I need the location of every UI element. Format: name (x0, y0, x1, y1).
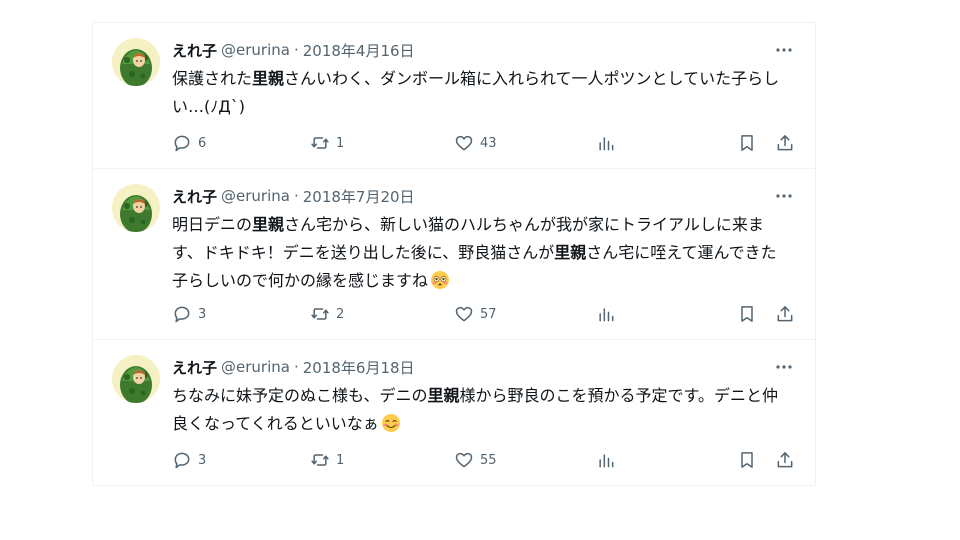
like-count: 57 (480, 306, 497, 322)
author-handle[interactable]: @erurina (221, 358, 290, 376)
retweet-count: 1 (336, 135, 345, 151)
avatar-image (112, 184, 160, 232)
tweet-text: 保護された里親さんいわく、ダンボール箱に入れられて一人ポツンとしていた子らしい…… (172, 65, 792, 121)
separator-dot: · (293, 358, 299, 376)
views-chart-icon (599, 454, 614, 468)
reply-count: 6 (198, 135, 207, 151)
like-count: 43 (480, 135, 497, 151)
tweet-header: えれ子 @erurina · 2018年7月20日 (172, 185, 415, 207)
separator-dot: · (293, 187, 299, 205)
avatar[interactable] (112, 355, 160, 403)
heart-icon (455, 306, 473, 322)
avatar[interactable] (112, 38, 160, 86)
reply-count: 3 (198, 452, 207, 468)
avatar-image (112, 355, 160, 403)
bookmark-button[interactable] (737, 449, 757, 471)
highlighted-keyword: 里親 (252, 215, 285, 234)
highlighted-keyword: 里親 (427, 386, 460, 405)
author-handle[interactable]: @erurina (221, 41, 290, 59)
more-horizontal-icon[interactable] (773, 39, 795, 61)
tweet-date[interactable]: 2018年6月18日 (303, 357, 415, 378)
tweet-actions: 3 1 55 (172, 449, 795, 471)
heart-icon (455, 135, 473, 151)
bookmark-icon (741, 452, 753, 468)
retweet-count: 2 (336, 306, 345, 322)
views-button[interactable] (596, 449, 616, 471)
reply-icon (174, 135, 190, 152)
tweet-feed: えれ子 @erurina · 2018年4月16日 保護された里親さんいわく、ダ… (92, 22, 816, 486)
retweet-icon (311, 137, 329, 149)
tweet-header: えれ子 @erurina · 2018年6月18日 (172, 356, 415, 378)
views-chart-icon (599, 308, 614, 322)
retweet-count: 1 (336, 452, 345, 468)
like-count: 55 (480, 452, 497, 468)
smiling-face-emoji (381, 414, 400, 432)
retweet-button[interactable]: 1 (310, 449, 344, 471)
reply-icon (174, 452, 190, 469)
text-segment: 保護された (172, 69, 253, 88)
heart-icon (455, 452, 473, 468)
retweet-icon (311, 454, 329, 466)
retweet-button[interactable]: 1 (310, 132, 344, 154)
more-horizontal-icon[interactable] (773, 356, 795, 378)
tweet-date[interactable]: 2018年4月16日 (303, 40, 415, 61)
more-horizontal-icon[interactable] (773, 185, 795, 207)
highlighted-keyword: 里親 (252, 69, 285, 88)
avatar[interactable] (112, 184, 160, 232)
reply-icon (174, 306, 190, 323)
tweet[interactable]: えれ子 @erurina · 2018年6月18日 ちなみに妹予定のぬこ様も、デ… (93, 340, 815, 486)
reply-button[interactable]: 6 (172, 132, 206, 154)
like-button[interactable]: 57 (454, 303, 497, 325)
separator-dot: · (293, 41, 299, 59)
views-button[interactable] (596, 303, 616, 325)
bookmark-button[interactable] (737, 303, 757, 325)
retweet-button[interactable]: 2 (310, 303, 344, 325)
tweet[interactable]: えれ子 @erurina · 2018年4月16日 保護された里親さんいわく、ダ… (93, 22, 815, 169)
avatar-image (112, 38, 160, 86)
tweet-text: ちなみに妹予定のぬこ様も、デニの里親様から野良のこを預かる予定です。デニと仲良く… (172, 382, 792, 438)
retweet-icon (311, 308, 329, 320)
share-button[interactable] (775, 449, 795, 471)
like-button[interactable]: 43 (454, 132, 497, 154)
author-name[interactable]: えれ子 (172, 357, 217, 378)
bookmark-button[interactable] (737, 132, 757, 154)
author-handle[interactable]: @erurina (221, 187, 290, 205)
views-button[interactable] (596, 132, 616, 154)
share-icon (777, 452, 793, 468)
bookmark-icon (741, 135, 753, 151)
tweet[interactable]: えれ子 @erurina · 2018年7月20日 明日デニの里親さん宅から、新… (93, 169, 815, 340)
tweet-header: えれ子 @erurina · 2018年4月16日 (172, 39, 415, 61)
text-segment: 明日デニの (172, 215, 253, 234)
reply-count: 3 (198, 306, 207, 322)
share-button[interactable] (775, 132, 795, 154)
highlighted-keyword: 里親 (554, 243, 587, 262)
author-name[interactable]: えれ子 (172, 40, 217, 61)
bookmark-icon (741, 306, 753, 322)
flushed-face-emoji (431, 271, 450, 289)
tweet-actions: 6 1 43 (172, 132, 795, 154)
tweet-text: 明日デニの里親さん宅から、新しい猫のハルちゃんが我が家にトライアルしに来ます、ド… (172, 211, 792, 295)
share-button[interactable] (775, 303, 795, 325)
like-button[interactable]: 55 (454, 449, 497, 471)
author-name[interactable]: えれ子 (172, 186, 217, 207)
share-icon (777, 306, 793, 322)
tweet-actions: 3 2 57 (172, 303, 795, 325)
share-icon (777, 135, 793, 151)
text-segment: ちなみに妹予定のぬこ様も、デニの (172, 386, 428, 405)
reply-button[interactable]: 3 (172, 449, 206, 471)
reply-button[interactable]: 3 (172, 303, 206, 325)
tweet-date[interactable]: 2018年7月20日 (303, 186, 415, 207)
views-chart-icon (599, 137, 614, 151)
